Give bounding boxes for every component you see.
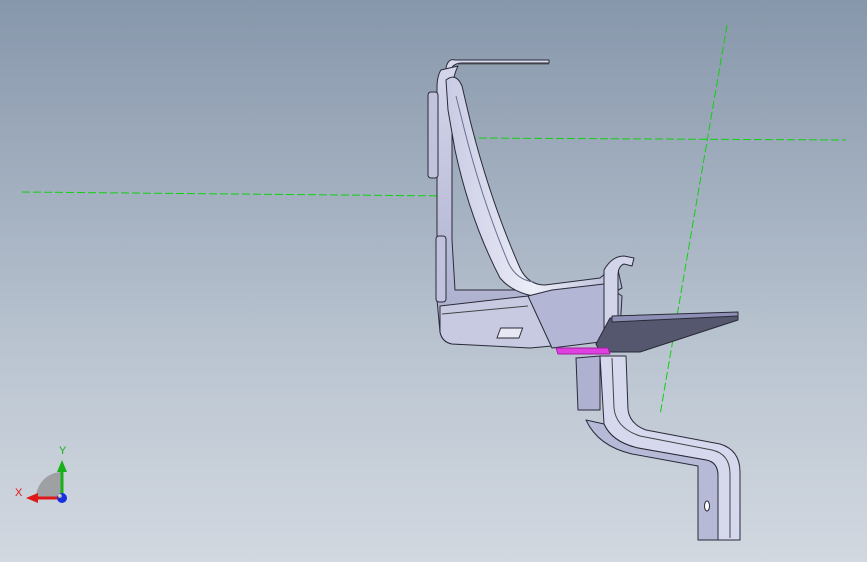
reference-line-vertical — [659, 24, 728, 416]
top-flange — [445, 59, 550, 81]
mounting-slot — [496, 327, 524, 339]
coordinate-triad[interactable]: Y X — [15, 445, 67, 503]
graphics-viewport[interactable]: Y X — [0, 0, 867, 562]
reference-line-horizontal-right — [467, 137, 847, 141]
model-scene[interactable]: Y X — [0, 0, 867, 562]
lower-leg-block — [575, 355, 601, 411]
triad-x-label: X — [15, 487, 23, 499]
bracket-part[interactable] — [427, 59, 741, 541]
leg-mount-hole — [704, 500, 710, 512]
back-tab-upper — [427, 91, 439, 179]
back-tab-lower — [435, 235, 447, 303]
reference-geometry — [21, 24, 847, 416]
triad-sector — [36, 472, 62, 498]
triad-z-axis — [57, 493, 67, 503]
triad-x-arrow — [26, 493, 38, 503]
triad-y-arrow — [57, 460, 67, 472]
triad-y-label: Y — [59, 445, 67, 457]
selected-face-highlight[interactable] — [555, 347, 611, 355]
triad-origin-sphere — [58, 494, 62, 498]
diagonal-arm — [445, 76, 623, 301]
reference-line-horizontal-left — [21, 191, 451, 197]
